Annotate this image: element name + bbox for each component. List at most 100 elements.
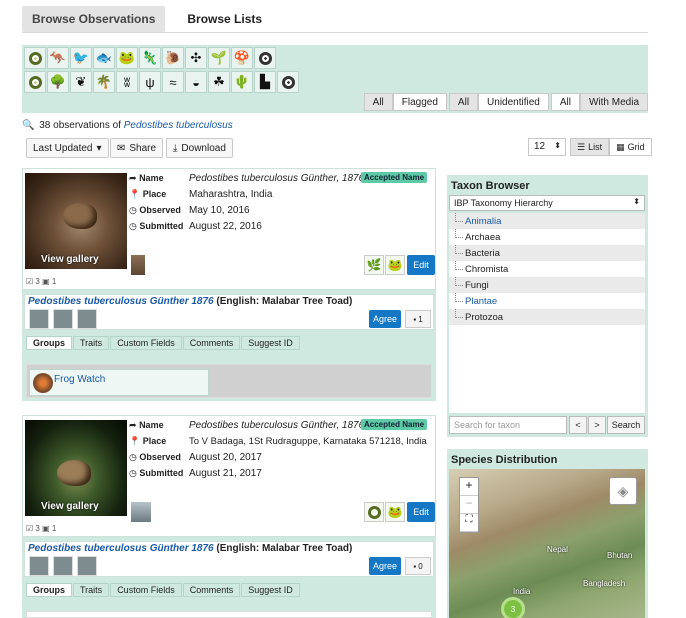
taxon-item-plantae[interactable]: Plantae [449,293,645,309]
subtab-custom-fields[interactable]: Custom Fields [110,583,182,597]
cactus-icon[interactable]: 🌵 [231,71,253,93]
reptile-icon[interactable]: 🦎 [139,47,161,69]
edit-button[interactable]: Edit [407,255,435,275]
layers-icon[interactable]: ◈ [609,477,637,505]
dragonfly-icon[interactable]: ✣ [185,47,207,69]
tree-icon[interactable]: 🌳 [47,71,69,93]
zoom-out-button[interactable]: − [460,496,478,514]
taxon-item-chromista[interactable]: Chromista [449,261,645,277]
fish-icon[interactable]: 🐟 [93,47,115,69]
subtab-traits[interactable]: Traits [73,336,110,350]
voter-avatar[interactable] [53,309,73,329]
subtab-traits[interactable]: Traits [73,583,110,597]
group-name[interactable]: Frog Watch [54,374,105,385]
download-button[interactable]: ⤓ Download [166,138,233,158]
taxon-next-button[interactable]: > [588,416,606,434]
all-groups-icon[interactable] [24,47,46,69]
voter-avatar[interactable] [53,556,73,576]
group-chip[interactable]: Frog Watch [29,369,209,396]
agree-button[interactable]: Agree [369,557,401,575]
tab-browse-lists[interactable]: Browse Lists [177,6,272,32]
target-icon[interactable] [254,47,276,69]
taxon-item-fungi[interactable]: Fungi [449,277,645,293]
filter-with-media[interactable]: With Media [579,93,648,111]
voter-avatar[interactable] [77,309,97,329]
taxon-search-button[interactable]: Search [607,416,645,434]
frog-group-icon[interactable]: 🐸 [385,255,405,275]
fullscreen-icon[interactable]: ⛶ [460,514,478,532]
share-button[interactable]: ✉ Share [110,138,164,158]
reco-species-link[interactable]: Pedostibes tuberculosus Günther 1876 [28,296,214,307]
subtab-comments[interactable]: Comments [182,583,241,597]
comment-button[interactable]: ▪ 1 [405,310,431,328]
taxon-item-bacteria[interactable]: Bacteria [449,245,645,261]
voter-avatar[interactable] [29,556,49,576]
subtab-suggest-id[interactable]: Suggest ID [241,583,300,597]
plant-icon[interactable]: 🌱 [208,47,230,69]
per-page-select[interactable]: 12 ⬍ [528,138,566,156]
voter-avatar[interactable] [29,309,49,329]
sprout-icon[interactable]: ☘ [208,71,230,93]
taxon-item-protozoa[interactable]: Protozoa [449,309,645,325]
user-avatar[interactable] [131,255,145,275]
observation-card: View gallery ☑ 3 ▣ 1 ➦ Name Pedostibes t… [22,168,436,401]
tab-browse-observations[interactable]: Browse Observations [22,6,166,32]
all-habitats-icon[interactable] [24,71,46,93]
shrub-icon[interactable]: ❦ [70,71,92,93]
shell-icon[interactable]: ◒ [185,71,207,93]
user-avatar[interactable] [131,502,151,522]
count-taxon[interactable]: Pedostibes tuberculosus [124,120,233,131]
subtab-groups[interactable]: Groups [26,583,73,597]
agree-button[interactable]: Agree [369,310,401,328]
observation-cluster-marker[interactable]: 3 [501,597,525,618]
view-list-button[interactable]: ☰ List [570,138,610,156]
filter-media-all[interactable]: All [550,93,580,111]
palm-icon[interactable]: 🌴 [93,71,115,93]
subtab-suggest-id[interactable]: Suggest ID [241,336,300,350]
sort-dropdown[interactable]: Last Updated ▾ [26,138,109,158]
zoom-in-button[interactable]: + [460,478,478,496]
observed-value: August 20, 2017 [189,452,262,463]
reed-icon[interactable]: ψ [139,71,161,93]
frog-group-icon[interactable]: 🐸 [385,502,405,522]
mammal-icon[interactable]: 🦘 [47,47,69,69]
comment-icon: ▪ [413,314,417,324]
view-grid-button[interactable]: ▦ Grid [609,138,652,156]
frog-icon[interactable]: 🐸 [116,47,138,69]
comment-button[interactable]: ▪ 0 [405,557,431,575]
filter-identified-all[interactable]: All [448,93,479,111]
map-label-nepal: Nepal [547,545,568,554]
observation-photo[interactable]: View gallery [25,173,127,269]
meta-counts: ☑ 3 ▣ 1 [26,277,57,286]
observation-photo[interactable]: View gallery [25,420,127,516]
taxonomy-select[interactable]: IBP Taxonomy Hierarchy ⬍ [449,195,645,211]
taxon-prev-button[interactable]: < [569,416,587,434]
water-icon[interactable]: ≈ [162,71,184,93]
filter-unidentified[interactable]: Unidentified [478,93,549,111]
taxon-item-archaea[interactable]: Archaea [449,229,645,245]
mushroom-icon[interactable]: 🍄 [231,47,253,69]
filter-flagged[interactable]: Flagged [392,93,447,111]
subtab-groups[interactable]: Groups [26,336,73,350]
target-icon-2[interactable] [277,71,299,93]
edit-button[interactable]: Edit [407,502,435,522]
plant-group-icon[interactable]: 🌿 [364,255,384,275]
snail-icon[interactable]: 🐌 [162,47,184,69]
meta-counts: ☑ 3 ▣ 1 [26,524,57,533]
taxon-search-input[interactable] [449,416,567,434]
observation-subtabs: Groups Traits Custom Fields Comments Sug… [26,336,301,350]
view-gallery-link[interactable]: View gallery [41,254,99,265]
reco-species-link[interactable]: Pedostibes tuberculosus Günther 1876 [28,543,214,554]
subtab-custom-fields[interactable]: Custom Fields [110,336,182,350]
factory-icon[interactable]: ▙ [254,71,276,93]
taxon-item-animalia[interactable]: Animalia [449,213,645,229]
filter-flag-all[interactable]: All [363,93,393,111]
recommendation-box: Pedostibes tuberculosus Günther 1876 (En… [24,541,434,577]
subtab-comments[interactable]: Comments [182,336,241,350]
view-gallery-link[interactable]: View gallery [41,501,99,512]
grass-icon[interactable]: ʬ [116,71,138,93]
voter-avatar[interactable] [77,556,97,576]
distribution-map[interactable]: + − ⛶ ◈ Nepal Bhutan India Bangladesh 3 [449,469,645,618]
bird-icon[interactable]: 🐦 [70,47,92,69]
all-groups-icon[interactable] [364,502,384,522]
